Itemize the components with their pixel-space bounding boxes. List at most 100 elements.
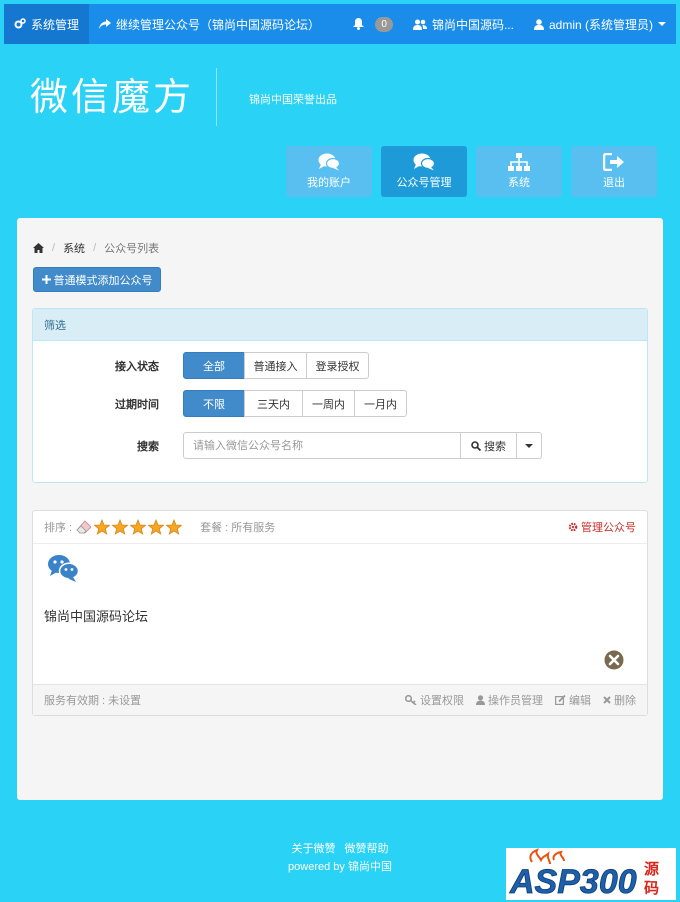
breadcrumb-system[interactable]: 系统 [63,240,85,256]
main-tiles: 我的账户 公众号管理 系统 退出 [286,146,657,197]
search-input[interactable] [183,432,461,459]
tile-logout[interactable]: 退出 [571,146,657,197]
close-circle-icon[interactable] [604,650,624,670]
expire-button-group: 不限 三天内 一周内 一月内 [183,390,407,417]
account-card-footer: 服务有效期 : 未设置 设置权限 操作员管理 编辑 删除 [33,684,647,715]
search-icon [471,440,481,451]
svg-text:ASP300: ASP300 [509,863,637,900]
filter-row-search: 搜索 搜索 [33,432,542,459]
manage-account-label: 管理公众号 [581,522,636,534]
nav-system-manage[interactable]: 系统管理 [4,4,90,44]
operator-manage-button[interactable]: 操作员管理 [476,692,543,708]
users-icon [412,19,427,30]
brand-divider [216,68,217,126]
tile-system-label: 系统 [508,177,530,189]
breadcrumb: / 系统 / 公众号列表 [33,240,159,256]
top-navbar: 系统管理 继续管理公众号（锦尚中国源码论坛） 0 锦尚中国源码... admin… [4,4,676,44]
account-card: 排序 : 套餐 : 所有服务 管理公众号 锦尚中国源码论坛 服务有效期: 未设… [32,510,648,716]
set-permission-label: 设置权限 [420,695,464,707]
filter-panel: 筛选 接入状态 全部 普通接入 登录授权 过期时间 不限 三天内 一周内 一月内… [32,308,648,483]
account-card-header: 排序 : 套餐 : 所有服务 管理公众号 [33,511,647,544]
sitemap-icon [508,153,530,171]
svg-text:源: 源 [644,860,659,878]
chevron-down-icon [525,443,533,448]
star-icon[interactable] [130,519,147,535]
tile-account-manage-label: 公众号管理 [396,177,452,189]
search-button[interactable]: 搜索 [461,432,517,459]
nav-system-manage-label: 系统管理 [31,17,80,32]
add-account-button[interactable]: 普通模式添加公众号 [33,267,161,292]
help-link[interactable]: 微赞帮助 [345,843,389,855]
search-label: 搜索 [137,440,159,453]
access-option-normal[interactable]: 普通接入 [244,352,307,379]
edit-icon [555,695,566,705]
user-icon [533,18,544,30]
user-icon [476,695,485,705]
tile-logout-label: 退出 [603,177,625,189]
access-label: 接入状态 [115,360,159,373]
rating-stars[interactable] [76,519,184,535]
expire-label: 过期时间 [115,398,159,411]
close-icon [603,696,611,704]
nav-user-menu[interactable]: admin (系统管理员) [524,4,676,44]
set-permission-button[interactable]: 设置权限 [405,692,464,708]
search-button-label: 搜索 [484,440,506,453]
tile-account-manage[interactable]: 公众号管理 [381,146,467,197]
star-icon[interactable] [112,519,129,535]
about-link[interactable]: 关于微赞 [291,843,335,855]
tile-system[interactable]: 系统 [476,146,562,197]
tile-my-account-label: 我的账户 [307,177,351,189]
wechat-icon [48,555,80,582]
bell-icon [353,18,365,30]
expire-option-3days[interactable]: 三天内 [244,390,303,417]
comments-icon [413,153,435,171]
plus-icon [41,275,51,284]
star-icon[interactable] [148,519,165,535]
star-icon[interactable] [94,519,111,535]
filter-row-access: 接入状态 全部 普通接入 登录授权 [33,352,369,379]
key-icon [405,695,417,705]
expire-option-week[interactable]: 一周内 [302,390,355,417]
access-option-all[interactable]: 全部 [183,352,245,379]
tile-my-account[interactable]: 我的账户 [286,146,372,197]
svg-text:码: 码 [644,879,659,897]
validity-label: 服务有效期 : 未设置 [44,695,142,707]
expire-option-any[interactable]: 不限 [183,390,245,417]
asp300-logo: ASP300 源 码 [509,848,659,901]
cogs-icon [14,18,26,29]
add-account-label: 普通模式添加公众号 [53,274,153,287]
operator-manage-label: 操作员管理 [488,695,543,707]
breadcrumb-separator: / [52,242,56,254]
eraser-icon[interactable] [76,520,92,534]
home-icon[interactable] [33,243,44,253]
sign-out-icon [603,153,624,171]
comments-icon [318,153,340,171]
account-actions: 设置权限 操作员管理 编辑 删除 [405,692,636,708]
meal-label: 套餐 : 所有服务 [200,522,276,534]
filter-title: 筛选 [33,309,647,341]
access-option-oauth[interactable]: 登录授权 [306,352,369,379]
chevron-down-icon [658,22,666,26]
expire-option-month[interactable]: 一月内 [354,390,407,417]
nav-account-label: 锦尚中国源码... [431,17,514,32]
breadcrumb-current: 公众号列表 [104,243,160,255]
gear-icon [568,522,578,532]
star-icon[interactable] [166,519,183,535]
brand-subtitle: 锦尚中国荣誉出品 [249,94,337,106]
nav-user-label: admin (系统管理员) [548,17,653,32]
edit-button[interactable]: 编辑 [555,692,591,708]
delete-button[interactable]: 删除 [603,692,636,708]
main-panel: / 系统 / 公众号列表 普通模式添加公众号 筛选 接入状态 全部 普通接入 登… [17,218,663,800]
manage-account-link[interactable]: 管理公众号 [568,519,636,535]
edit-label: 编辑 [569,695,591,707]
delete-label: 删除 [614,695,636,707]
search-dropdown-toggle[interactable] [517,432,542,459]
share-icon [99,18,112,29]
breadcrumb-separator: / [93,242,97,254]
notification-badge: 0 [375,16,393,32]
nav-account-switch[interactable]: 锦尚中国源码... [403,4,524,44]
search-group: 搜索 [183,432,542,459]
nav-notifications[interactable]: 0 [343,4,403,44]
nav-continue-manage[interactable]: 继续管理公众号（锦尚中国源码论坛） [89,4,330,44]
sort-label: 排序 : [44,522,73,534]
